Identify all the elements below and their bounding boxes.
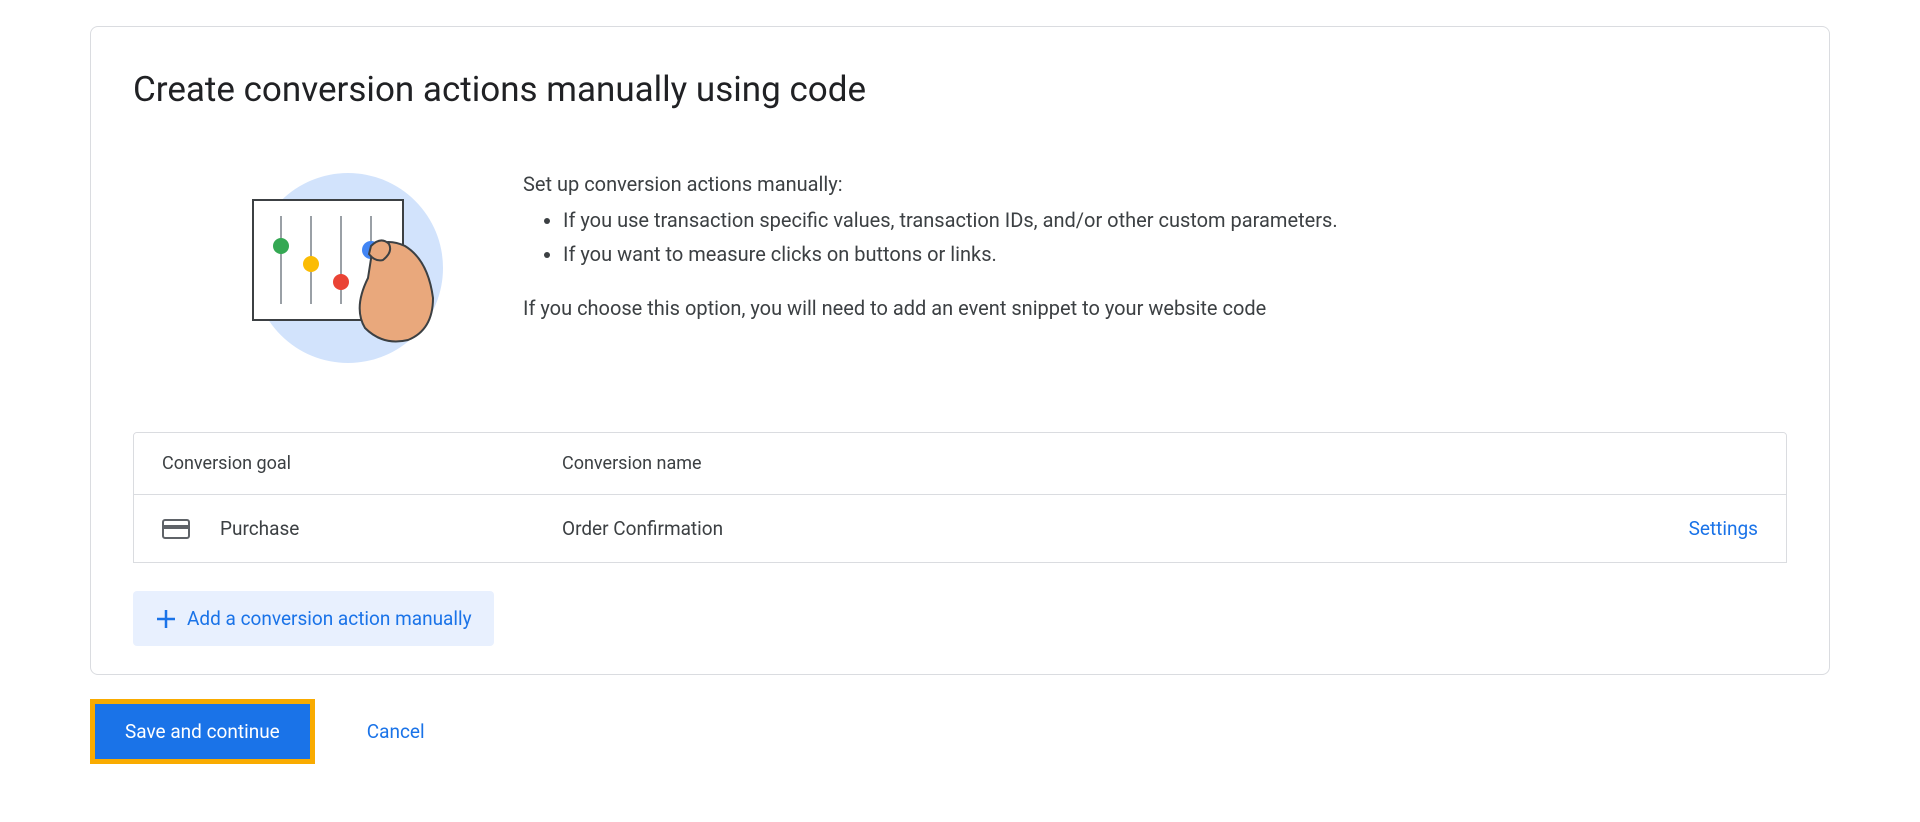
bullet-item: If you want to measure clicks on buttons…: [563, 238, 1787, 270]
add-conversion-button[interactable]: Add a conversion action manually: [133, 591, 494, 646]
description-block: Set up conversion actions manually: If y…: [523, 168, 1787, 324]
description-note: If you choose this option, you will need…: [523, 292, 1787, 324]
card-title: Create conversion actions manually using…: [133, 69, 1787, 110]
credit-card-icon: [162, 519, 190, 539]
description-bullets: If you use transaction specific values, …: [523, 204, 1787, 270]
col-header-name: Conversion name: [562, 453, 1618, 474]
bullet-item: If you use transaction specific values, …: [563, 204, 1787, 236]
table-header: Conversion goal Conversion name: [134, 433, 1786, 495]
add-button-label: Add a conversion action manually: [187, 607, 472, 630]
col-header-goal: Conversion goal: [162, 453, 562, 474]
name-value: Order Confirmation: [562, 517, 1618, 540]
footer-actions: Save and continue Cancel: [90, 699, 1830, 764]
goal-value: Purchase: [220, 517, 299, 540]
conversion-table: Conversion goal Conversion name Purchase…: [133, 432, 1787, 563]
table-row: Purchase Order Confirmation Settings: [134, 495, 1786, 562]
save-continue-button[interactable]: Save and continue: [95, 704, 310, 759]
settings-link[interactable]: Settings: [1689, 517, 1758, 540]
cancel-button[interactable]: Cancel: [367, 720, 425, 743]
save-button-highlight: Save and continue: [90, 699, 315, 764]
plus-icon: [155, 608, 177, 630]
conversion-card: Create conversion actions manually using…: [90, 26, 1830, 675]
description-intro: Set up conversion actions manually:: [523, 168, 1787, 200]
illustration: [223, 168, 463, 368]
